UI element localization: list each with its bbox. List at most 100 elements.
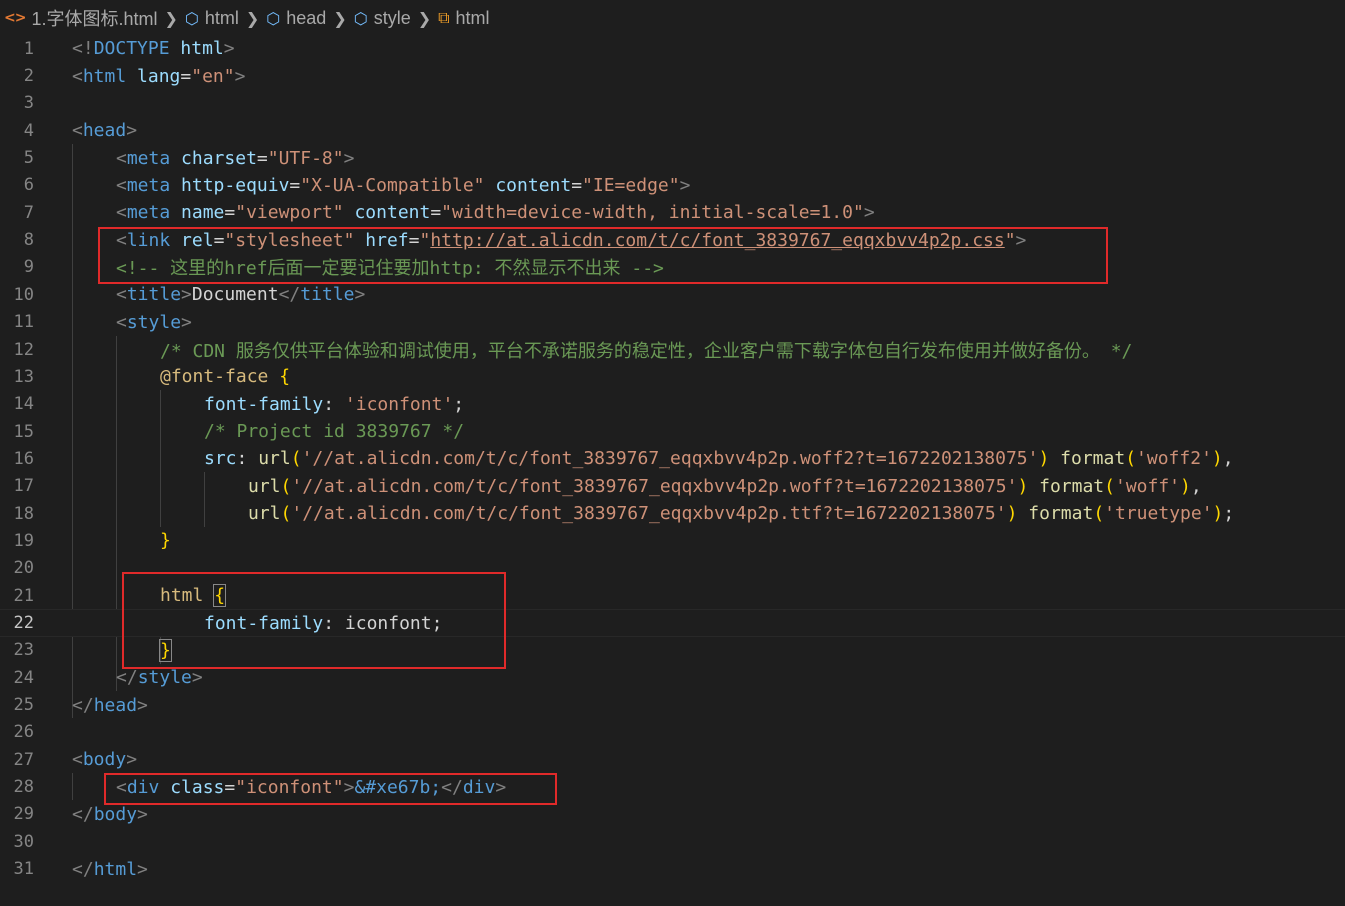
code-line[interactable]: 8 <link rel="stylesheet" href="http://at… [0,226,1345,253]
code-line[interactable]: 29 </body> [0,801,1345,828]
token-string: 'woff' [1115,475,1181,497]
code-line[interactable]: 1 <!DOCTYPE html> [0,35,1345,62]
code-line[interactable]: 24 </style> [0,664,1345,691]
token-function: url [258,448,291,470]
code-line[interactable]: 9 <!-- 这里的href后面一定要记住要加http: 不然显示不出来 --> [0,254,1345,281]
breadcrumb-file[interactable]: <> 1.字体图标.html [4,5,158,31]
token-attr: charset [181,147,257,169]
line-number: 1 [23,38,34,59]
token-punct: > [1015,229,1027,251]
token-doctype: DOCTYPE [93,38,170,60]
code-line[interactable]: 7 <meta name="viewport" content="width=d… [0,199,1345,226]
code-line[interactable]: 6 <meta http-equiv="X-UA-Compatible" con… [0,172,1345,199]
code-line[interactable]: 30 [0,828,1345,855]
code-line[interactable]: 18 url('//at.alicdn.com/t/c/font_3839767… [0,500,1345,527]
code-line[interactable]: 3 [0,90,1345,117]
token-tag: meta [126,147,171,169]
code-line[interactable]: 23 } [0,637,1345,664]
code-line[interactable]: 15 /* Project id 3839767 */ [0,418,1345,445]
code-comment: <!-- 这里的href后面一定要记住要加http: 不然显示不出来 --> [116,258,664,280]
token-property: src [204,448,237,470]
token-punct: <! [72,38,94,60]
token-punct: > [126,120,138,142]
line-number: 30 [13,831,34,852]
token-string: '//at.alicdn.com/t/c/font_3839767_eqqxbv… [291,475,1018,497]
line-number: 25 [13,695,34,716]
token-punct: < [116,202,127,224]
line-number: 16 [13,448,34,469]
code-line[interactable]: 2 <html lang="en"> [0,62,1345,89]
token-brace: { [213,584,227,608]
token-function: url [248,503,281,525]
token-punct: > [354,284,366,306]
cube-icon: ⬡ [184,8,199,28]
code-text: <!DOCTYPE html> [72,38,235,59]
line-number: 29 [13,804,34,825]
token-punct: > [137,803,148,825]
line-number: 15 [13,421,34,442]
line-number: 17 [13,476,34,497]
stylesheet-link[interactable]: http://at.alicdn.com/t/c/font_3839767_eq… [430,230,1004,251]
cube-icon: ⬡ [353,8,368,28]
code-line[interactable]: 12 /* CDN 服务仅供平台体验和调试使用，平台不承诺服务的稳定性，企业客户… [0,336,1345,363]
code-line[interactable]: 5 <meta charset="UTF-8"> [0,144,1345,171]
code-line-current[interactable]: 22 font-family: iconfont; [0,609,1345,637]
token-punct: > [679,174,691,196]
token-punct: </ [441,776,463,798]
breadcrumb-file-label: 1.字体图标.html [31,9,158,29]
breadcrumb-item-html-rule[interactable]: ⧉ html [438,8,489,29]
token-property: font-family [204,612,324,634]
code-line[interactable]: 19 } [0,527,1345,554]
code-line[interactable]: 31 </html> [0,856,1345,883]
code-text: @font-face { [160,366,290,387]
code-editor[interactable]: 1 <!DOCTYPE html> 2 <html lang="en"> 3 4… [0,35,1345,906]
breadcrumb-item-style[interactable]: ⬡ style [354,8,411,29]
token-attr: lang [137,65,181,87]
token-tag: html [93,858,138,880]
code-text: </style> [116,667,203,688]
code-line[interactable]: 14 font-family: 'iconfont'; [0,391,1345,418]
cube-icon: ⬡ [266,8,281,28]
token-eq: = [224,776,236,798]
token-string: '//at.alicdn.com/t/c/font_3839767_eqqxbv… [291,503,1007,525]
css-rule-icon: ⧉ [438,8,450,27]
token-eq: = [408,229,420,251]
code-line[interactable]: 20 [0,555,1345,582]
code-line[interactable]: 25 </head> [0,691,1345,718]
code-line[interactable]: 27 <body> [0,746,1345,773]
token-punct: </ [278,284,301,306]
code-text: font-family: iconfont; [204,613,442,634]
token-punct: </ [116,667,138,689]
code-text: <div class="iconfont">&#xe67b;</div> [116,777,506,798]
code-line[interactable]: 26 [0,719,1345,746]
line-number: 24 [13,667,34,688]
code-text: url('//at.alicdn.com/t/c/font_3839767_eq… [248,503,1234,524]
line-number: 5 [23,148,34,169]
code-line[interactable]: 4 <head> [0,117,1345,144]
token-paren: ) [1006,503,1018,525]
token-string: "UTF-8" [267,147,344,169]
token-function: format [1060,448,1126,470]
code-line[interactable]: 17 url('//at.alicdn.com/t/c/font_3839767… [0,473,1345,500]
token-function: url [248,475,281,497]
token-punct: > [137,858,148,880]
token-tag: div [126,776,160,798]
code-line[interactable]: 11 <style> [0,309,1345,336]
chevron-right-icon: ❯ [333,8,347,28]
token-string: 'woff2' [1136,448,1212,470]
code-line[interactable]: 13 @font-face { [0,363,1345,390]
breadcrumb-item-head[interactable]: ⬡ head [266,8,326,29]
code-line[interactable]: 21 html { [0,582,1345,609]
breadcrumb-item-html[interactable]: ⬡ html [185,8,239,29]
token-string: "viewport" [235,202,344,224]
token-function: format [1028,503,1094,525]
token-punct: </ [72,858,94,880]
code-line[interactable]: 16 src: url('//at.alicdn.com/t/c/font_38… [0,445,1345,472]
code-line[interactable]: 10 <title>Document</title> [0,281,1345,308]
code-line[interactable]: 28 <div class="iconfont">&#xe67b;</div> [0,773,1345,800]
token-string: "en" [191,65,235,87]
